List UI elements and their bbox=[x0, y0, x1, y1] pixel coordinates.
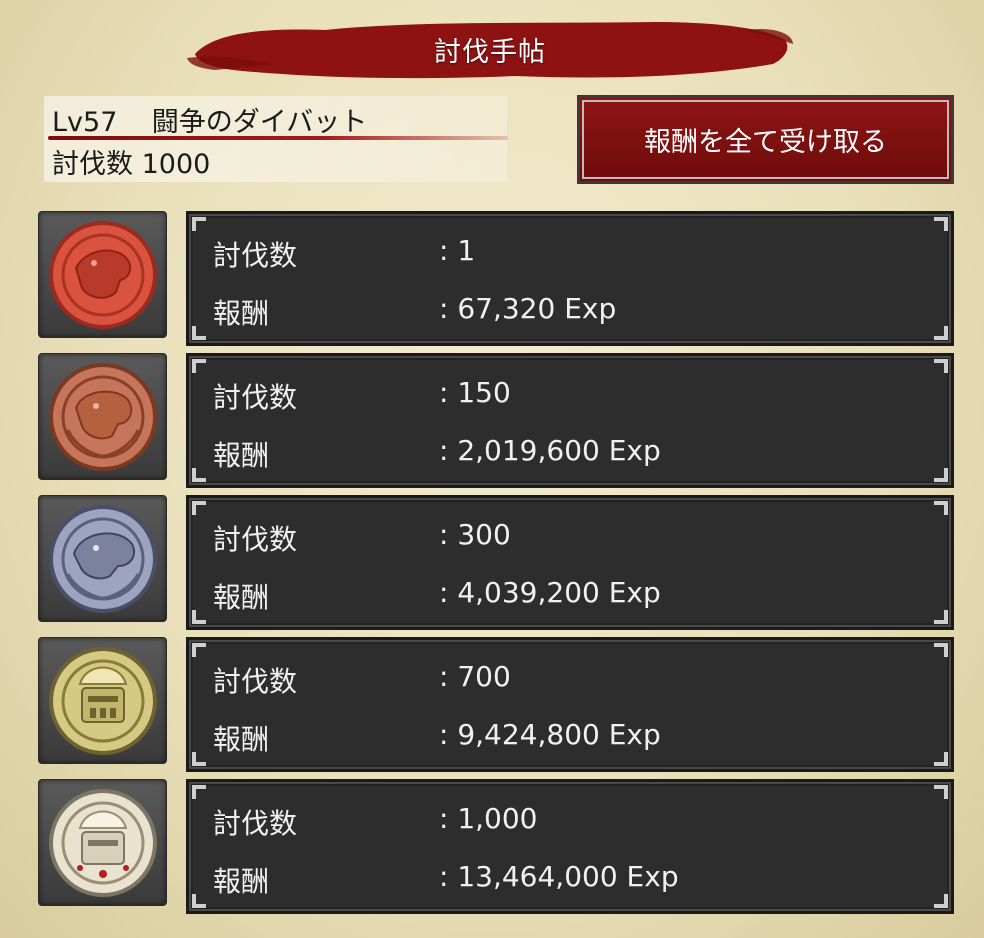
medal-slot bbox=[38, 495, 167, 622]
reward-value: : 13,464,000 Exp bbox=[439, 860, 679, 893]
page-title: 討伐手帖 bbox=[434, 36, 546, 68]
title-banner: 討伐手帖 bbox=[185, 14, 795, 84]
reward-row[interactable]: 討伐数 : 700 報酬 : 9,424,800 Exp bbox=[38, 637, 954, 772]
kill-count-label: 討伐数 bbox=[52, 149, 133, 180]
kills-value: : 300 bbox=[439, 518, 511, 551]
monster-name: 闘争のダイバット bbox=[151, 107, 368, 138]
claim-all-rewards-button[interactable]: 報酬を全て受け取る bbox=[577, 95, 954, 184]
reward-panel: 討伐数 : 300 報酬 : 4,039,200 Exp bbox=[186, 495, 954, 630]
hunting-notebook-screen: 討伐手帖 Lv57 闘争のダイバット 討伐数 1000 報酬を全て受け取る 討伐… bbox=[0, 0, 984, 938]
reward-panel: 討伐数 : 1,000 報酬 : 13,464,000 Exp bbox=[186, 779, 954, 914]
kill-count-value: 1000 bbox=[141, 149, 211, 180]
monster-level: Lv57 bbox=[52, 107, 118, 138]
medal-slot bbox=[38, 779, 167, 906]
medal-slot bbox=[38, 637, 167, 764]
red-beast-medal-icon bbox=[49, 221, 157, 329]
kills-label: 討伐数 bbox=[213, 523, 298, 556]
reward-row[interactable]: 討伐数 : 150 報酬 : 2,019,600 Exp bbox=[38, 353, 954, 488]
reward-value: : 4,039,200 Exp bbox=[439, 576, 661, 609]
kills-label: 討伐数 bbox=[213, 381, 298, 414]
reward-value: : 2,019,600 Exp bbox=[439, 434, 661, 467]
monster-level-name: Lv57 闘争のダイバット bbox=[52, 100, 367, 139]
kill-count: 討伐数 1000 bbox=[52, 142, 210, 181]
reward-value: : 67,320 Exp bbox=[439, 292, 617, 325]
reward-panel: 討伐数 : 700 報酬 : 9,424,800 Exp bbox=[186, 637, 954, 772]
reward-panel: 討伐数 : 1 報酬 : 67,320 Exp bbox=[186, 211, 954, 346]
kills-value: : 1,000 bbox=[439, 802, 538, 835]
reward-value: : 9,424,800 Exp bbox=[439, 718, 661, 751]
medal-slot bbox=[38, 211, 167, 338]
kills-value: : 150 bbox=[439, 376, 511, 409]
kills-label: 討伐数 bbox=[213, 665, 298, 698]
silver-beast-medal-icon bbox=[49, 505, 157, 613]
reward-row[interactable]: 討伐数 : 300 報酬 : 4,039,200 Exp bbox=[38, 495, 954, 630]
reward-label: 報酬 bbox=[213, 723, 270, 756]
kills-label: 討伐数 bbox=[213, 807, 298, 840]
kills-value: : 700 bbox=[439, 660, 511, 693]
reward-row[interactable]: 討伐数 : 1 報酬 : 67,320 Exp bbox=[38, 211, 954, 346]
gold-helmet-medal-icon bbox=[49, 647, 157, 755]
reward-label: 報酬 bbox=[213, 581, 270, 614]
medal-slot bbox=[38, 353, 167, 480]
bronze-beast-medal-icon bbox=[49, 363, 157, 471]
reward-panel: 討伐数 : 150 報酬 : 2,019,600 Exp bbox=[186, 353, 954, 488]
reward-label: 報酬 bbox=[213, 865, 270, 898]
red-underline bbox=[48, 136, 508, 140]
kills-label: 討伐数 bbox=[213, 239, 298, 272]
reward-label: 報酬 bbox=[213, 439, 270, 472]
reward-row[interactable]: 討伐数 : 1,000 報酬 : 13,464,000 Exp bbox=[38, 779, 954, 914]
monster-info-panel: Lv57 闘争のダイバット 討伐数 1000 bbox=[44, 96, 508, 182]
platinum-helmet-medal-icon bbox=[49, 789, 157, 897]
reward-label: 報酬 bbox=[213, 297, 270, 330]
kills-value: : 1 bbox=[439, 234, 476, 267]
